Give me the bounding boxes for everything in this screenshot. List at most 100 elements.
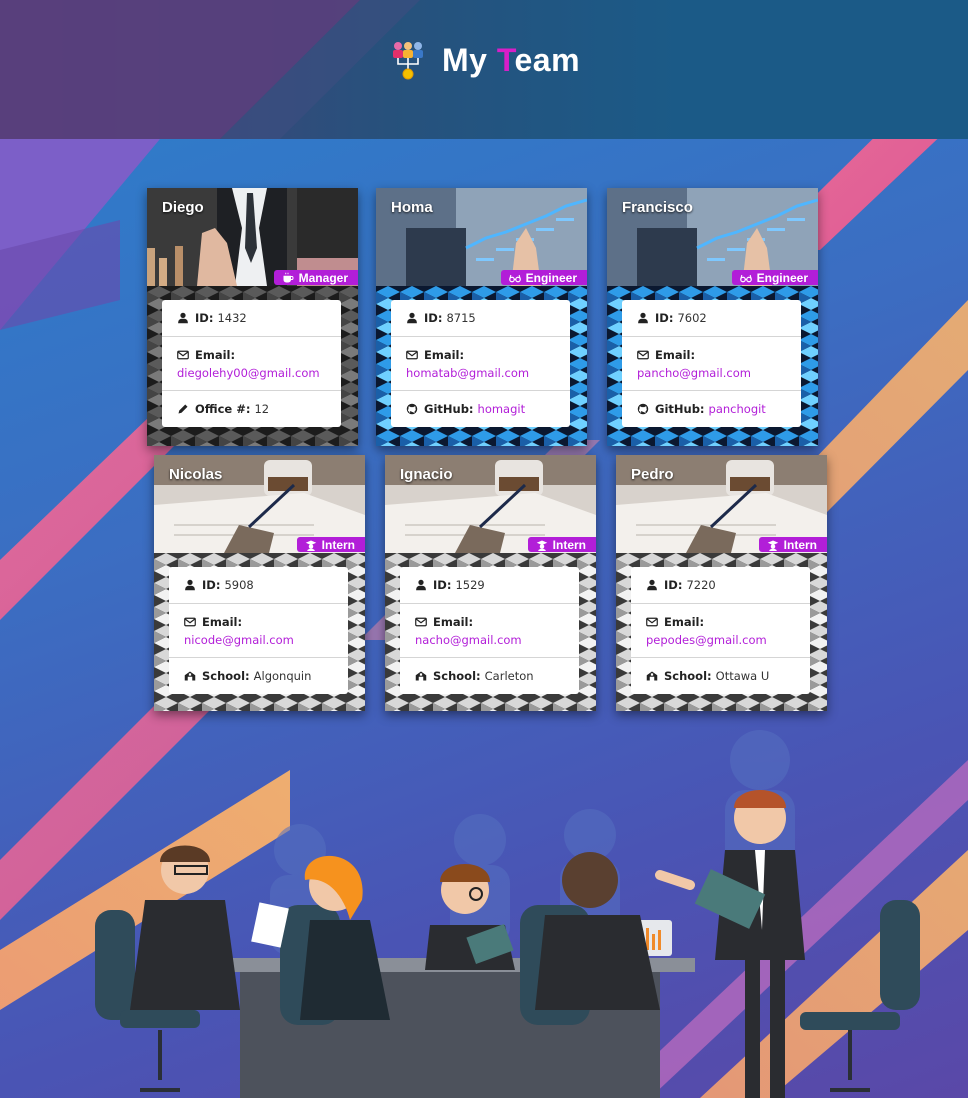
role-badge: Intern xyxy=(527,537,596,552)
role-badge: Engineer xyxy=(731,270,818,285)
school-value: Algonquin xyxy=(253,669,312,683)
envelope-icon xyxy=(184,616,196,628)
envelope-icon xyxy=(646,616,658,628)
email-link[interactable]: nacho@gmail.com xyxy=(415,633,522,647)
github-label: GitHub: xyxy=(424,402,474,416)
role-label: Manager xyxy=(298,270,348,285)
github-label: GitHub: xyxy=(655,402,705,416)
role-label: Intern xyxy=(321,537,355,552)
info-panel: ID: 5908 Email: nicode@gmail.com School:… xyxy=(169,567,348,694)
envelope-icon xyxy=(406,349,418,361)
school-value: Ottawa U xyxy=(715,669,770,683)
email-row: Email: pancho@gmail.com xyxy=(622,336,801,390)
coffee-icon xyxy=(282,272,294,284)
id-value: 8715 xyxy=(446,311,476,325)
id-row: ID: 7220 xyxy=(631,567,810,603)
role-badge: Engineer xyxy=(500,270,587,285)
email-row: Email: nicode@gmail.com xyxy=(169,603,348,657)
card-body: ID: 7220 Email: pepodes@gmail.com School… xyxy=(616,553,827,711)
id-label: ID: xyxy=(655,311,674,325)
email-link[interactable]: homatab@gmail.com xyxy=(406,366,529,380)
employee-card: Pedro Intern ID: 7220 Email: pepodes@gma… xyxy=(616,455,827,711)
github-link[interactable]: panchogit xyxy=(709,402,766,416)
school-value: Carleton xyxy=(484,669,534,683)
school-icon xyxy=(646,670,658,682)
id-row: ID: 5908 xyxy=(169,567,348,603)
glasses-icon xyxy=(509,272,521,284)
envelope-icon xyxy=(415,616,427,628)
email-label: Email: xyxy=(433,614,474,629)
user-icon xyxy=(646,579,658,591)
card-body: ID: 1529 Email: nacho@gmail.com School: … xyxy=(385,553,596,711)
email-row: Email: diegolehy00@gmail.com xyxy=(162,336,341,390)
github-row: GitHub: panchogit xyxy=(622,390,801,427)
id-label: ID: xyxy=(195,311,214,325)
email-row: Email: homatab@gmail.com xyxy=(391,336,570,390)
email-label: Email: xyxy=(664,614,705,629)
card-name: Diego xyxy=(162,199,204,216)
github-link[interactable]: homagit xyxy=(478,402,526,416)
school-label: School: xyxy=(664,669,712,683)
employee-card: Francisco Engineer ID: 7602 Email: panch… xyxy=(607,188,818,446)
school-icon xyxy=(415,670,427,682)
email-link[interactable]: nicode@gmail.com xyxy=(184,633,294,647)
pencil-icon xyxy=(177,403,189,415)
id-row: ID: 1432 xyxy=(162,300,341,336)
card-body: ID: 7602 Email: pancho@gmail.com GitHub:… xyxy=(607,286,818,446)
employee-card: Diego Manager ID: 1432 Email: diegolehy0… xyxy=(147,188,358,446)
email-link[interactable]: pepodes@gmail.com xyxy=(646,633,767,647)
email-row: Email: pepodes@gmail.com xyxy=(631,603,810,657)
id-label: ID: xyxy=(202,578,221,592)
envelope-icon xyxy=(177,349,189,361)
user-icon xyxy=(184,579,196,591)
id-value: 5908 xyxy=(224,578,254,592)
role-badge: Manager xyxy=(273,270,358,285)
school-row: School: Algonquin xyxy=(169,657,348,694)
info-panel: ID: 1529 Email: nacho@gmail.com School: … xyxy=(400,567,579,694)
school-row: School: Ottawa U xyxy=(631,657,810,694)
card-body: ID: 1432 Email: diegolehy00@gmail.com Of… xyxy=(147,286,358,446)
info-panel: ID: 1432 Email: diegolehy00@gmail.com Of… xyxy=(162,300,341,427)
school-icon xyxy=(184,670,196,682)
role-badge: Intern xyxy=(758,537,827,552)
graduate-icon xyxy=(305,539,317,551)
card-header: Ignacio Intern xyxy=(385,455,596,553)
id-label: ID: xyxy=(664,578,683,592)
team-meeting-illustration xyxy=(95,730,920,1098)
github-icon xyxy=(406,403,418,415)
role-label: Intern xyxy=(552,537,586,552)
graduate-icon xyxy=(536,539,548,551)
card-header: Diego Manager xyxy=(147,188,358,286)
card-name: Ignacio xyxy=(400,466,453,483)
info-panel: ID: 7220 Email: pepodes@gmail.com School… xyxy=(631,567,810,694)
email-label: Email: xyxy=(655,347,696,362)
info-panel: ID: 7602 Email: pancho@gmail.com GitHub:… xyxy=(622,300,801,427)
email-link[interactable]: diegolehy00@gmail.com xyxy=(177,366,320,380)
office-row: Office #: 12 xyxy=(162,390,341,427)
card-header: Francisco Engineer xyxy=(607,188,818,286)
email-link[interactable]: pancho@gmail.com xyxy=(637,366,751,380)
email-row: Email: nacho@gmail.com xyxy=(400,603,579,657)
id-value: 7602 xyxy=(677,311,707,325)
card-name: Francisco xyxy=(622,199,693,216)
card-name: Pedro xyxy=(631,466,674,483)
card-body: ID: 5908 Email: nicode@gmail.com School:… xyxy=(154,553,365,711)
email-label: Email: xyxy=(202,614,243,629)
card-header: Pedro Intern xyxy=(616,455,827,553)
id-label: ID: xyxy=(424,311,443,325)
employee-card: Nicolas Intern ID: 5908 Email: nicode@gm… xyxy=(154,455,365,711)
github-row: GitHub: homagit xyxy=(391,390,570,427)
info-panel: ID: 8715 Email: homatab@gmail.com GitHub… xyxy=(391,300,570,427)
card-name: Nicolas xyxy=(169,466,223,483)
id-value: 1529 xyxy=(455,578,485,592)
role-label: Intern xyxy=(783,537,817,552)
office-value: 12 xyxy=(254,402,270,416)
user-icon xyxy=(406,312,418,324)
email-label: Email: xyxy=(195,347,236,362)
id-value: 1432 xyxy=(217,311,247,325)
role-label: Engineer xyxy=(525,270,577,285)
employee-card: Ignacio Intern ID: 1529 Email: nacho@gma… xyxy=(385,455,596,711)
glasses-icon xyxy=(740,272,752,284)
email-label: Email: xyxy=(424,347,465,362)
card-header: Nicolas Intern xyxy=(154,455,365,553)
